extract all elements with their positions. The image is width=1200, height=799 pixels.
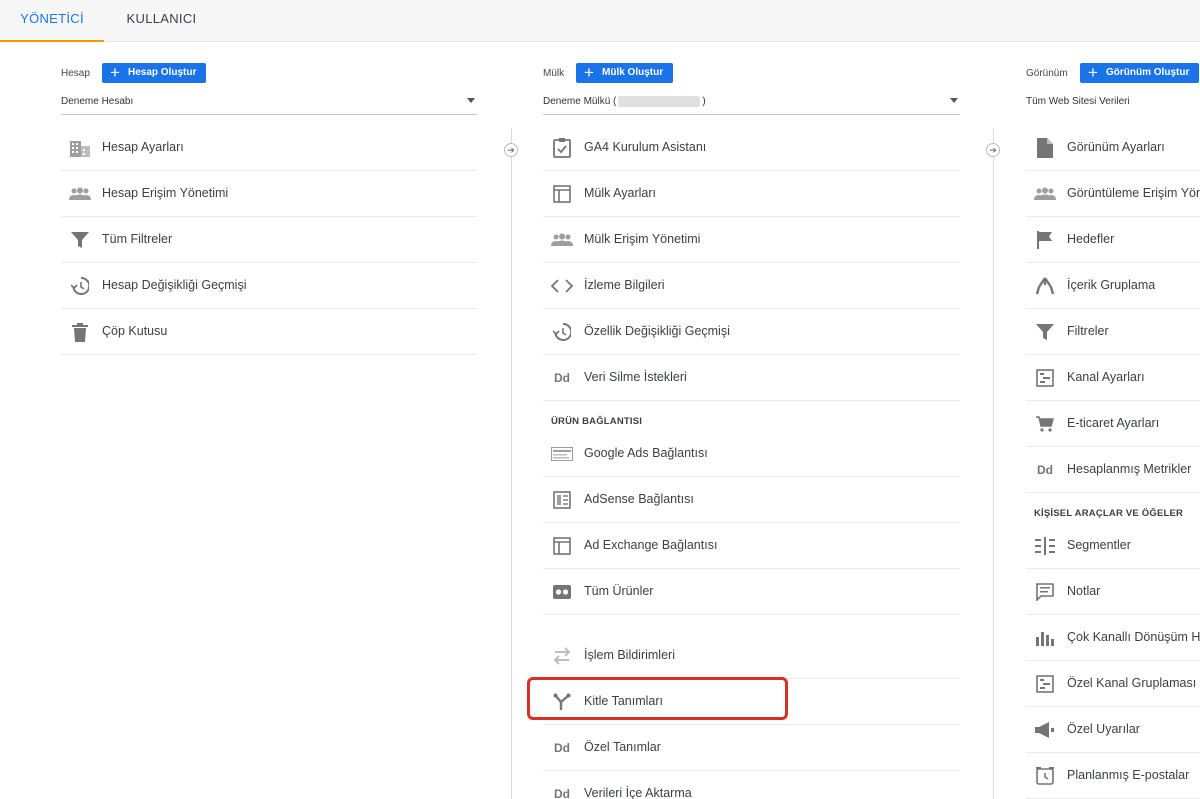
content-group-icon bbox=[1034, 276, 1056, 296]
menu-item-segments[interactable]: Segmentler bbox=[1026, 523, 1200, 569]
create-view-button[interactable]: + Görünüm Oluştur bbox=[1080, 63, 1200, 83]
menu-item-label: Segmentler bbox=[1067, 538, 1131, 552]
menu-item-channel-settings[interactable]: Kanal Ayarları bbox=[1026, 355, 1200, 401]
plus-icon: + bbox=[1088, 63, 1098, 82]
bar-chart-icon bbox=[1034, 628, 1056, 648]
menu-item-notes[interactable]: Notlar bbox=[1026, 569, 1200, 615]
menu-item-custom-alerts[interactable]: Özel Uyarılar bbox=[1026, 707, 1200, 753]
menu-item-label: Filtreler bbox=[1067, 324, 1109, 338]
menu-item-scheduled-emails[interactable]: Planlanmış E-postalar bbox=[1026, 753, 1200, 799]
view-selected-value: Tüm Web Sitesi Verileri bbox=[1026, 96, 1130, 107]
menu-item-label: Çok Kanallı Dönüşüm Hunisi bbox=[1067, 630, 1200, 644]
alarm-icon bbox=[1034, 766, 1056, 786]
menu-item-label: Görüntüleme Erişim Yönetimi bbox=[1067, 186, 1200, 200]
menu-item-goals[interactable]: Hedefler bbox=[1026, 217, 1200, 263]
menu-item-multi-channel-funnels[interactable]: Çok Kanallı Dönüşüm Hunisi bbox=[1026, 615, 1200, 661]
people-icon bbox=[1034, 184, 1056, 204]
view-menu: Görünüm Ayarları Görüntüleme Erişim Yöne… bbox=[1026, 125, 1200, 799]
menu-item-calculated-metrics[interactable]: Dd Hesaplanmış Metrikler bbox=[1026, 447, 1200, 493]
menu-item-view-access[interactable]: Görüntüleme Erişim Yönetimi bbox=[1026, 171, 1200, 217]
view-label: Görünüm bbox=[1026, 68, 1068, 79]
menu-item-label: Hedefler bbox=[1067, 232, 1115, 246]
menu-item-label: Planlanmış E-postalar bbox=[1067, 768, 1190, 782]
dd-icon: Dd bbox=[1037, 463, 1053, 477]
top-tab-bar: YÖNETİCİ KULLANICI bbox=[0, 0, 1200, 42]
menu-item-label: Notlar bbox=[1067, 584, 1101, 598]
section-personal-tools: KİŞİSEL ARAÇLAR VE ÖĞELER bbox=[1026, 493, 1200, 523]
menu-item-label: İçerik Gruplama bbox=[1067, 278, 1156, 292]
channel-icon bbox=[1034, 368, 1056, 388]
create-view-label: Görünüm Oluştur bbox=[1106, 67, 1190, 78]
menu-item-filters[interactable]: Filtreler bbox=[1026, 309, 1200, 355]
menu-item-label: Özel Kanal Gruplaması bbox=[1067, 676, 1197, 690]
menu-item-label: Kanal Ayarları bbox=[1067, 370, 1145, 384]
filter-icon bbox=[1034, 322, 1056, 342]
segments-icon bbox=[1034, 536, 1056, 556]
menu-item-custom-channel-grouping[interactable]: Özel Kanal Gruplaması bbox=[1026, 661, 1200, 707]
flag-icon bbox=[1034, 230, 1056, 250]
menu-item-ecommerce-settings[interactable]: E-ticaret Ayarları bbox=[1026, 401, 1200, 447]
view-selector[interactable]: Tüm Web Sitesi Verileri bbox=[1026, 95, 1200, 115]
notes-icon bbox=[1034, 582, 1056, 602]
section-title: KİŞİSEL ARAÇLAR VE ÖĞELER bbox=[1034, 508, 1184, 519]
view-column: Görünüm + Görünüm Oluştur Tüm Web Sitesi … bbox=[0, 42, 1200, 799]
cart-icon bbox=[1034, 414, 1056, 434]
menu-item-content-grouping[interactable]: İçerik Gruplama bbox=[1026, 263, 1200, 309]
menu-item-label: Görünüm Ayarları bbox=[1067, 140, 1165, 154]
menu-item-view-settings[interactable]: Görünüm Ayarları bbox=[1026, 125, 1200, 171]
document-icon bbox=[1034, 138, 1056, 158]
menu-item-label: Hesaplanmış Metrikler bbox=[1067, 462, 1192, 476]
channel-icon bbox=[1034, 674, 1056, 694]
megaphone-icon bbox=[1034, 720, 1056, 740]
menu-item-label: E-ticaret Ayarları bbox=[1067, 416, 1160, 430]
tab-user[interactable]: KULLANICI bbox=[104, 0, 219, 42]
menu-item-label: Özel Uyarılar bbox=[1067, 722, 1140, 736]
tab-admin[interactable]: YÖNETİCİ bbox=[0, 0, 104, 42]
